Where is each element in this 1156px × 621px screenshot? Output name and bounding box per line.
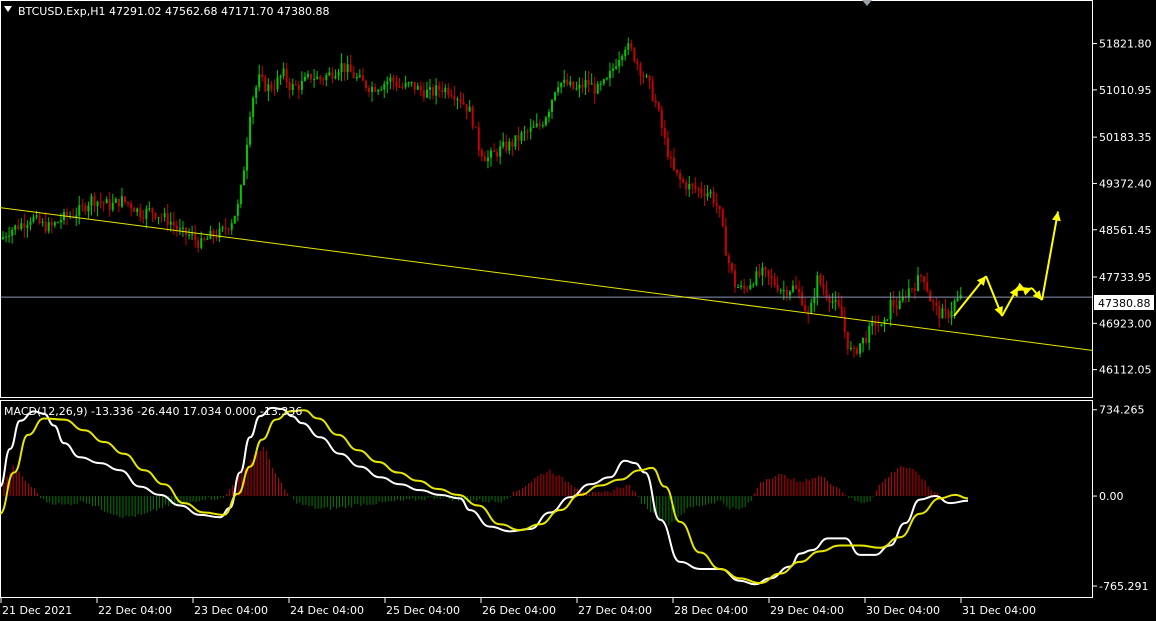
price-tick-label: 50183.35	[1099, 131, 1152, 144]
time-tick-label: 23 Dec 04:00	[194, 604, 268, 617]
price-tick-label: 47733.95	[1099, 271, 1152, 284]
time-tick-label: 22 Dec 04:00	[98, 604, 172, 617]
price-tick-label: 46112.05	[1099, 364, 1152, 377]
current-price-text: 47380.88	[1098, 297, 1151, 310]
time-tick-label: 27 Dec 04:00	[578, 604, 652, 617]
symbol-header: BTCUSD.Exp,H1 47291.02 47562.68 47171.70…	[18, 5, 329, 18]
trading-chart[interactable]: BTCUSD.Exp,H1 47291.02 47562.68 47171.70…	[0, 0, 1156, 621]
candle	[474, 126, 477, 128]
macd-header: MACD(12,26,9) -13.336 -26.440 17.034 0.0…	[4, 405, 302, 418]
candle	[264, 74, 267, 93]
candle	[721, 207, 724, 228]
price-tick-label: 46923.00	[1099, 317, 1152, 330]
time-tick-label: 28 Dec 04:00	[674, 604, 748, 617]
price-tick-label: 49372.40	[1099, 177, 1152, 190]
current-price-label: 47380.88	[1094, 295, 1154, 310]
macd-tick-label: 734.265	[1099, 404, 1145, 417]
candle	[233, 215, 236, 224]
time-tick-label: 25 Dec 04:00	[386, 604, 460, 617]
time-tick-label: 24 Dec 04:00	[290, 604, 364, 617]
candle	[633, 47, 636, 63]
time-tick-label: 31 Dec 04:00	[962, 604, 1036, 617]
time-tick-label: 29 Dec 04:00	[770, 604, 844, 617]
candle	[471, 104, 474, 130]
candle	[572, 80, 575, 90]
price-tick-label: 48561.45	[1099, 224, 1152, 237]
macd-tick-label: -765.291	[1099, 580, 1148, 593]
time-tick-label: 30 Dec 04:00	[866, 604, 940, 617]
chart-background	[0, 0, 1156, 621]
time-tick-label: 21 Dec 2021	[2, 604, 72, 617]
price-tick-label: 51821.80	[1099, 38, 1152, 51]
macd-tick-label: 0.00	[1099, 490, 1124, 503]
price-tick-label: 51010.95	[1099, 84, 1152, 97]
time-tick-label: 26 Dec 04:00	[482, 604, 556, 617]
candle	[880, 323, 883, 327]
